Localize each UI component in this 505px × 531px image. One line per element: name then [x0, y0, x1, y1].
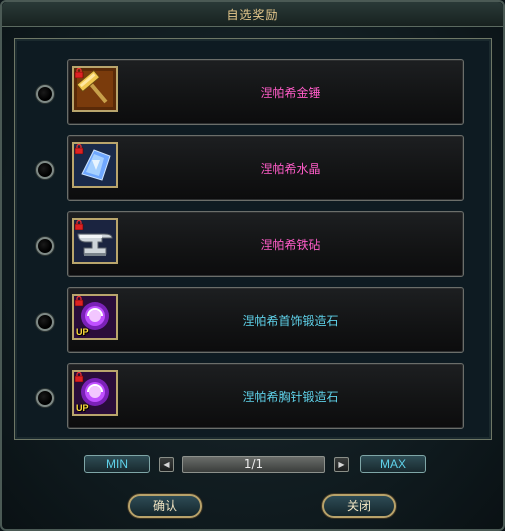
reward-radio-3[interactable]: [36, 237, 54, 255]
max-button[interactable]: MAX: [360, 455, 426, 473]
lock-icon: [74, 144, 84, 154]
lock-icon: [74, 372, 84, 382]
reward-radio-5[interactable]: [36, 389, 54, 407]
reward-row-1[interactable]: 涅帕希金锤: [15, 59, 493, 129]
golden-hammer-icon[interactable]: [72, 66, 118, 112]
arrow-left-icon[interactable]: ◀: [159, 457, 174, 472]
reward-radio-2[interactable]: [36, 161, 54, 179]
quantity-pager: MIN ◀ 1/1 ▶ MAX: [2, 452, 505, 482]
reward-name-5: 涅帕希胸针锻造石: [242, 390, 339, 404]
lock-icon: [74, 68, 84, 78]
reward-name-2: 涅帕希水晶: [260, 162, 321, 176]
dialog-title: 自选奖励: [226, 8, 279, 22]
reward-name-4: 涅帕希首饰锻造石: [242, 314, 339, 328]
reward-selection-dialog: 自选奖励 涅帕希金锤 涅帕希水晶 涅帕希铁砧 UP 涅帕希首饰锻造石 UP 涅帕…: [0, 0, 505, 531]
arrow-right-icon[interactable]: ▶: [334, 457, 349, 472]
up-badge: UP: [76, 327, 89, 337]
confirm-button[interactable]: 确认: [128, 494, 202, 518]
min-button[interactable]: MIN: [84, 455, 150, 473]
reward-row-5[interactable]: UP 涅帕希胸针锻造石: [15, 363, 493, 433]
reward-radio-1[interactable]: [36, 85, 54, 103]
reward-row-3[interactable]: 涅帕希铁砧: [15, 211, 493, 281]
reward-row-4[interactable]: UP 涅帕希首饰锻造石: [15, 287, 493, 357]
purple-forging-stone-icon[interactable]: UP: [72, 370, 118, 416]
reward-slot-1[interactable]: 涅帕希金锤: [67, 59, 464, 125]
reward-slot-2[interactable]: 涅帕希水晶: [67, 135, 464, 201]
reward-radio-4[interactable]: [36, 313, 54, 331]
reward-row-2[interactable]: 涅帕希水晶: [15, 135, 493, 205]
close-button[interactable]: 关闭: [322, 494, 396, 518]
page-indicator: 1/1: [182, 456, 325, 473]
up-badge: UP: [76, 403, 89, 413]
reward-name-1: 涅帕希金锤: [260, 86, 321, 100]
reward-name-3: 涅帕希铁砧: [260, 238, 321, 252]
reward-slot-4[interactable]: UP 涅帕希首饰锻造石: [67, 287, 464, 353]
blue-crystal-icon[interactable]: [72, 142, 118, 188]
reward-slot-5[interactable]: UP 涅帕希胸针锻造石: [67, 363, 464, 429]
lock-icon: [74, 296, 84, 306]
reward-slot-3[interactable]: 涅帕希铁砧: [67, 211, 464, 277]
dialog-titlebar: 自选奖励: [2, 2, 503, 27]
purple-forging-stone-icon[interactable]: UP: [72, 294, 118, 340]
lock-icon: [74, 220, 84, 230]
reward-list-panel: 涅帕希金锤 涅帕希水晶 涅帕希铁砧 UP 涅帕希首饰锻造石 UP 涅帕希胸针锻造…: [14, 38, 492, 440]
anvil-icon[interactable]: [72, 218, 118, 264]
